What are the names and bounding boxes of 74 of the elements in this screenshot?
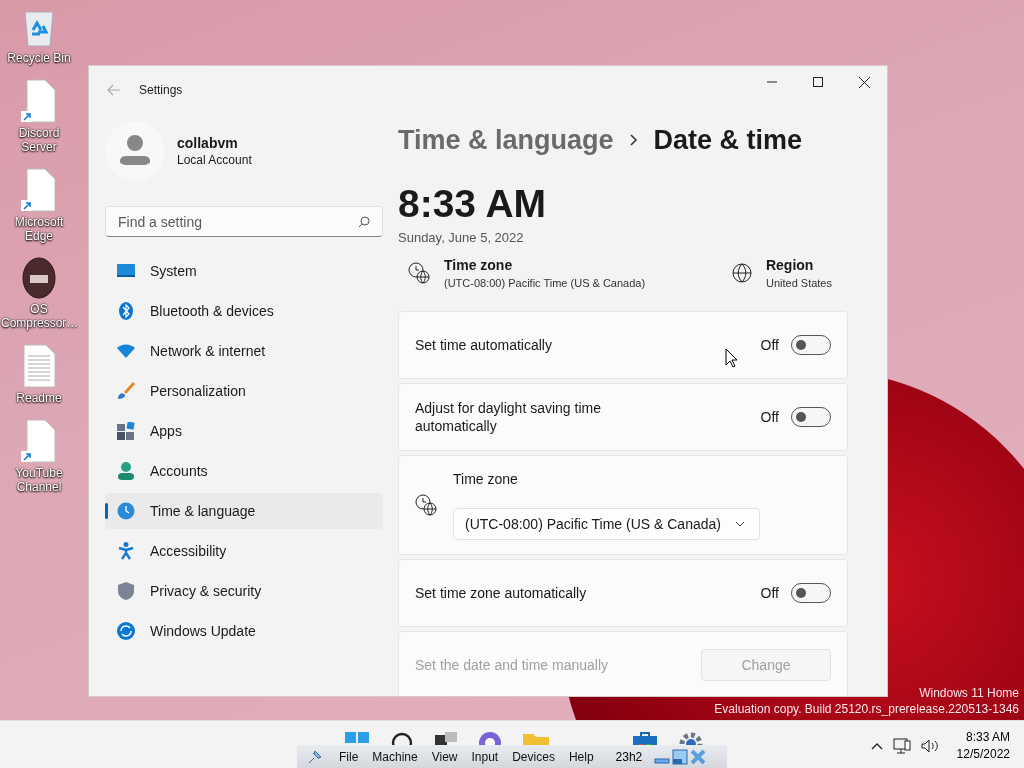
menu-item[interactable]: View — [425, 749, 464, 764]
breadcrumb-link[interactable]: Time & language — [398, 124, 614, 156]
recycle-bin-icon[interactable] — [21, 8, 57, 48]
network-icon[interactable] — [892, 737, 911, 754]
menu-item[interactable]: File — [333, 749, 365, 764]
current-date: Sunday, June 5, 2022 — [398, 230, 525, 245]
brush-icon — [116, 382, 136, 400]
taskbar-time[interactable]: 8:33 AM — [965, 730, 1010, 744]
chevron-icon — [629, 134, 638, 146]
maximize-icon — [813, 77, 823, 87]
window-icon[interactable] — [672, 748, 689, 765]
nav-item[interactable]: Network & internet — [105, 333, 383, 369]
menu-item[interactable]: Devices — [506, 749, 561, 764]
nav-item[interactable]: Time & language — [105, 493, 383, 529]
toggle-state-text: Off — [760, 585, 779, 601]
apps-icon — [116, 422, 136, 440]
nav-item[interactable]: Bluetooth & devices — [105, 293, 383, 329]
menu-item[interactable]: Input — [465, 749, 505, 764]
pin-icon[interactable] — [307, 748, 323, 765]
round-logo-icon[interactable] — [22, 257, 56, 299]
setting-label: Time zone — [453, 470, 519, 488]
shield-icon — [116, 582, 136, 600]
nav-item[interactable]: Accessibility — [105, 533, 383, 569]
toggle-state-text: Off — [760, 337, 779, 353]
info-value: (UTC-08:00) Pacific Time (US & Canada) — [444, 277, 646, 289]
toggle-switch[interactable] — [791, 335, 831, 355]
task-view-icon[interactable] — [435, 732, 457, 746]
search-input[interactable]: Find a setting — [116, 212, 358, 231]
setting-label: Set time zone automatically — [415, 584, 588, 602]
nav-item[interactable]: Privacy & security — [105, 573, 383, 609]
nav-item[interactable]: Apps — [105, 413, 383, 449]
clock-globe-icon — [116, 502, 136, 520]
nav-item[interactable]: Accounts — [105, 453, 383, 489]
user-name: collabvm — [177, 135, 239, 151]
setting-label: Set time automatically — [415, 336, 553, 354]
clock-globe-icon — [415, 494, 437, 516]
window-title: Settings — [139, 83, 183, 97]
vm-name: 23h2 — [615, 749, 643, 764]
info-label: Region — [765, 257, 815, 273]
speaker-icon[interactable] — [920, 738, 939, 753]
taskbar-date[interactable]: 12/5/2022 — [956, 747, 1010, 761]
wifi-icon — [116, 344, 136, 358]
watermark-text: Windows 11 Home — [919, 685, 1019, 701]
chevron-down-icon — [734, 521, 745, 527]
close-icon — [858, 76, 870, 88]
chevron-up-icon[interactable] — [870, 741, 883, 750]
watermark-text: Evaluation copy. Build 25120.rs_prerelease.220513-1346 — [714, 701, 1019, 717]
globe-icon — [731, 263, 752, 283]
bluetooth-icon — [116, 302, 136, 320]
search-box[interactable]: Find a setting — [105, 206, 383, 237]
account-type: Local Account — [177, 153, 252, 167]
current-time: 8:33 AM — [398, 182, 548, 226]
search-icon — [358, 215, 370, 228]
clock-globe-icon — [408, 262, 430, 284]
nav-item[interactable]: System — [105, 253, 383, 289]
person-icon — [116, 462, 136, 480]
nav-item[interactable]: Windows Update — [105, 613, 383, 649]
selection-indicator — [105, 503, 108, 519]
mouse-cursor-icon — [725, 348, 738, 368]
toggle-state-text: Off — [760, 409, 779, 425]
monitor-icon — [116, 264, 136, 278]
info-label: Time zone — [444, 257, 514, 273]
info-value: United States — [765, 277, 832, 289]
toggle-switch[interactable] — [791, 407, 831, 427]
time-zone-dropdown[interactable]: (UTC-08:00) Pacific Time (US & Canada) — [453, 508, 760, 540]
page-title: Date & time — [653, 124, 803, 156]
nav-item[interactable]: Personalization — [105, 373, 383, 409]
setting-label: Adjust for daylight saving time automatically — [415, 399, 602, 435]
toggle-switch[interactable] — [791, 583, 831, 603]
menu-item[interactable]: Machine — [366, 749, 424, 764]
setting-label: Set the date and time manually — [415, 656, 609, 674]
menu-item[interactable]: Help — [562, 749, 600, 764]
accessibility-icon — [116, 542, 136, 560]
refresh-icon — [116, 622, 136, 640]
